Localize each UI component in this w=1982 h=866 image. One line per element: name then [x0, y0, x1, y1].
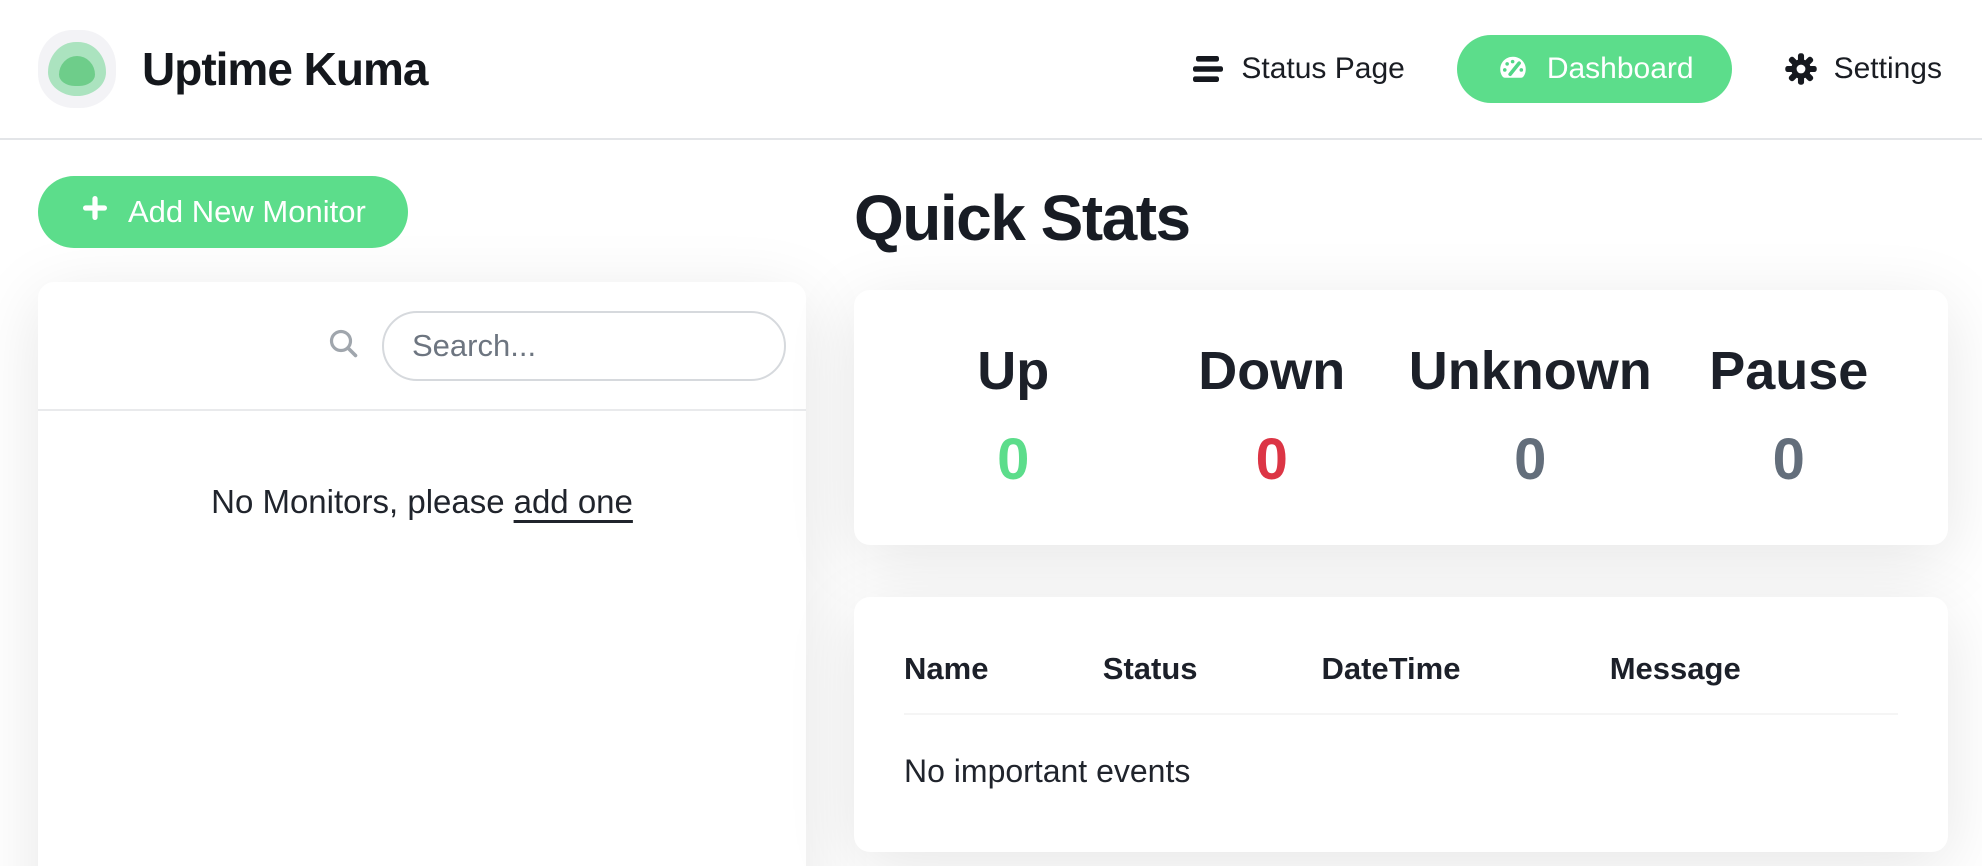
nav-dashboard-label: Dashboard [1547, 52, 1694, 86]
logo-core-dome [59, 56, 95, 86]
quick-stats-card: Up 0 Down 0 Unknown 0 Pause 0 [854, 290, 1948, 546]
list-icon [1193, 55, 1225, 83]
stat-up-value: 0 [884, 428, 1143, 492]
no-monitors-message: No Monitors, please add one [38, 483, 806, 521]
add-new-monitor-label: Add New Monitor [128, 194, 366, 230]
nav-status-page[interactable]: Status Page [1193, 52, 1404, 86]
stat-up: Up 0 [884, 340, 1143, 492]
stat-unknown: Unknown 0 [1401, 340, 1660, 492]
stat-unknown-value: 0 [1401, 428, 1660, 492]
stat-down-label: Down [1143, 340, 1402, 402]
nav-settings-label: Settings [1834, 52, 1942, 86]
stat-pause-value: 0 [1660, 428, 1919, 492]
app-header: Uptime Kuma Status Page [0, 0, 1982, 140]
stat-pause-label: Pause [1660, 340, 1919, 402]
plus-icon [80, 193, 110, 231]
nav-status-page-label: Status Page [1241, 52, 1404, 86]
events-col-message: Message [1610, 651, 1898, 715]
dashboard-content: Quick Stats Up 0 Down 0 Unknown 0 Pause … [854, 176, 1948, 852]
main-layout: Add New Monitor No Monitors, please add o… [0, 140, 1982, 866]
search-icon [326, 326, 362, 367]
tachometer-icon [1495, 52, 1531, 86]
events-table-header: Name Status DateTime Message [904, 651, 1898, 715]
brand: Uptime Kuma [38, 30, 427, 108]
stat-unknown-label: Unknown [1401, 340, 1660, 402]
no-monitors-text: No Monitors, please [211, 483, 504, 520]
add-new-monitor-button[interactable]: Add New Monitor [38, 176, 408, 248]
monitor-sidebar: Add New Monitor No Monitors, please add o… [38, 176, 806, 866]
search-input[interactable] [382, 311, 786, 381]
monitor-list-card: No Monitors, please add one [38, 282, 806, 866]
page-title: Quick Stats [854, 182, 1948, 256]
main-nav: Status Page Dashboard [1193, 35, 1942, 103]
events-col-name: Name [904, 651, 1103, 715]
events-col-datetime: DateTime [1321, 651, 1609, 715]
stat-pause: Pause 0 [1660, 340, 1919, 492]
uptime-kuma-logo-icon [38, 30, 116, 108]
stat-up-label: Up [884, 340, 1143, 402]
important-events-card: Name Status DateTime Message No importan… [854, 597, 1948, 852]
add-one-link[interactable]: add one [514, 483, 633, 520]
stat-down: Down 0 [1143, 340, 1402, 492]
app-title: Uptime Kuma [142, 42, 427, 96]
logo-middle-ring [48, 42, 106, 96]
monitor-search-row [38, 282, 806, 411]
nav-dashboard[interactable]: Dashboard [1457, 35, 1732, 103]
events-col-status: Status [1103, 651, 1322, 715]
stat-down-value: 0 [1143, 428, 1402, 492]
gear-icon [1784, 52, 1818, 86]
no-important-events-row: No important events [904, 715, 1898, 790]
nav-settings[interactable]: Settings [1784, 52, 1942, 86]
